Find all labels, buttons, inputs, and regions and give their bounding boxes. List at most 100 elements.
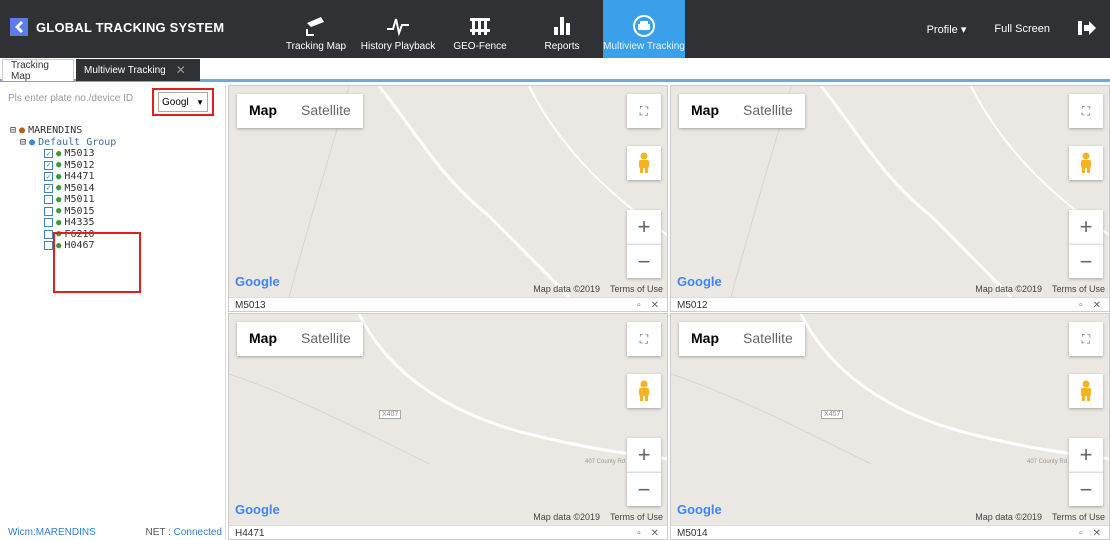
google-logo: Google	[235, 502, 280, 517]
map-type-toggle: Map Satellite	[679, 322, 805, 356]
minus-icon: −	[1079, 248, 1093, 274]
terms-link[interactable]: Terms of Use	[610, 512, 663, 522]
nav-tracking-map[interactable]: Tracking Map	[275, 0, 357, 58]
checkbox[interactable]: ✓	[44, 172, 53, 182]
status-bar: Wicm:MARENDINS NET : Connected	[8, 527, 222, 538]
terms-link[interactable]: Terms of Use	[1052, 284, 1105, 294]
close-icon[interactable]: ✕	[176, 63, 186, 77]
map-button[interactable]: Map	[237, 94, 289, 128]
restore-icon[interactable]: ▫	[1079, 528, 1083, 539]
zoom-in-button[interactable]: +	[1069, 438, 1103, 472]
profile-menu[interactable]: Profile ▾	[913, 23, 981, 36]
fullscreen-button[interactable]: ⛶	[627, 322, 661, 356]
nav-multiview-tracking[interactable]: Multiview Tracking	[603, 0, 685, 58]
vehicle-id: H4471	[64, 171, 95, 183]
google-logo: Google	[677, 274, 722, 289]
vehicle-row[interactable]: ✓ ● M5012	[44, 160, 116, 172]
pane-footer: M5013 ▫ ✕	[229, 297, 667, 311]
checkbox[interactable]	[44, 241, 53, 251]
tree-root[interactable]: ⊟ ● MARENDINS	[10, 125, 116, 137]
pane-footer: M5014 ▫ ✕	[671, 525, 1109, 539]
tree-group[interactable]: ⊟ ● Default Group	[10, 137, 116, 149]
street-view-button[interactable]	[1069, 146, 1103, 180]
zoom-out-button[interactable]: −	[1069, 244, 1103, 278]
checkbox[interactable]	[44, 218, 53, 228]
map-pane[interactable]: Map Satellite ⛶ + − Google Map data ©2019 Terms…	[670, 85, 1110, 312]
logout-button[interactable]	[1064, 20, 1110, 39]
map-button[interactable]: Map	[237, 322, 289, 356]
vehicle-row[interactable]: ● H4335	[44, 217, 116, 229]
map-pane[interactable]: X407 407 County Rd Map Satellite ⛶ + − Google Ma…	[670, 313, 1110, 540]
close-icon[interactable]: ✕	[651, 528, 659, 539]
zoom-in-button[interactable]: +	[627, 438, 661, 472]
map-button[interactable]: Map	[679, 322, 731, 356]
checkbox[interactable]	[44, 229, 53, 239]
checkbox[interactable]: ✓	[44, 183, 53, 193]
tab-multiview-tracking[interactable]: Multiview Tracking ✕	[76, 59, 200, 81]
restore-icon[interactable]: ▫	[637, 528, 641, 539]
close-icon[interactable]: ✕	[1093, 300, 1101, 311]
zoom-in-button[interactable]: +	[627, 210, 661, 244]
nav-geo-fence[interactable]: GEO-Fence	[439, 0, 521, 58]
checkbox[interactable]: ✓	[44, 149, 53, 159]
checkbox[interactable]	[44, 206, 53, 216]
close-icon[interactable]: ✕	[651, 300, 659, 311]
camera-icon	[306, 17, 324, 36]
full-screen-button[interactable]: Full Screen	[980, 23, 1064, 35]
vehicle-row[interactable]: ✓ ● M5014	[44, 183, 116, 195]
vehicle-row[interactable]: ● M5011	[44, 194, 116, 206]
nav-reports[interactable]: Reports	[521, 0, 603, 58]
map-pane[interactable]: Map Satellite ⛶ + − Google Map data ©2019 Terms…	[228, 85, 668, 312]
main-nav: Tracking Map History Playback GEO-Fence …	[275, 0, 685, 58]
street-view-button[interactable]	[627, 146, 661, 180]
restore-icon[interactable]: ▫	[1079, 300, 1083, 311]
nav-history-playback[interactable]: History Playback	[357, 0, 439, 58]
zoom-out-button[interactable]: −	[1069, 472, 1103, 506]
fullscreen-button[interactable]: ⛶	[1069, 94, 1103, 128]
satellite-button[interactable]: Satellite	[731, 322, 805, 356]
plus-icon: +	[1079, 442, 1093, 467]
collapse-icon[interactable]: ⊟	[10, 125, 16, 136]
collapse-icon[interactable]: ⊟	[20, 137, 26, 148]
pegman-icon	[639, 380, 649, 401]
status-user: Wicm:MARENDINS	[8, 527, 96, 538]
pane-footer: H4471 ▫ ✕	[229, 525, 667, 539]
user-link[interactable]: Wicm:MARENDINS	[8, 527, 96, 538]
zoom-out-button[interactable]: −	[627, 472, 661, 506]
zoom-out-button[interactable]: −	[627, 244, 661, 278]
map-pane[interactable]: X407 407 County Rd Map Satellite ⛶ + − Google Ma…	[228, 313, 668, 540]
fullscreen-button[interactable]: ⛶	[627, 94, 661, 128]
zoom-in-button[interactable]: +	[1069, 210, 1103, 244]
map-button[interactable]: Map	[679, 94, 731, 128]
nav-label: History Playback	[360, 41, 436, 52]
tab-tracking-map[interactable]: Tracking Map	[2, 59, 74, 82]
app-title: GLOBAL TRACKING SYSTEM	[36, 19, 225, 35]
vehicle-icon: ●	[56, 148, 62, 159]
vehicle-icon: ●	[56, 206, 62, 217]
satellite-button[interactable]: Satellite	[289, 322, 363, 356]
satellite-button[interactable]: Satellite	[289, 94, 363, 128]
satellite-button[interactable]: Satellite	[731, 94, 805, 128]
vehicle-row[interactable]: ✓ ● M5013	[44, 148, 116, 160]
close-icon[interactable]: ✕	[1093, 528, 1101, 539]
search-input[interactable]: Pls enter plate no./device ID	[8, 93, 150, 104]
app-logo[interactable]: GLOBAL TRACKING SYSTEM	[10, 18, 224, 36]
group-icon: ●	[29, 136, 36, 148]
net-value: Connected	[173, 527, 222, 538]
vehicle-row[interactable]: ● M5015	[44, 206, 116, 218]
checkbox[interactable]: ✓	[44, 160, 53, 170]
vehicle-icon: ●	[56, 194, 62, 205]
checkbox[interactable]	[44, 195, 53, 205]
restore-icon[interactable]: ▫	[637, 300, 641, 311]
map-provider-select[interactable]: Googl ▼	[152, 88, 214, 116]
vehicle-row[interactable]: ✓ ● H4471	[44, 171, 116, 183]
terms-link[interactable]: Terms of Use	[1052, 512, 1105, 522]
fullscreen-button[interactable]: ⛶	[1069, 322, 1103, 356]
street-view-button[interactable]	[627, 374, 661, 408]
top-navigation-bar: GLOBAL TRACKING SYSTEM Tracking Map Hist…	[0, 0, 1110, 58]
vehicle-icon: ●	[56, 183, 62, 194]
vehicle-id: M5015	[64, 205, 95, 217]
street-view-button[interactable]	[1069, 374, 1103, 408]
map-type-toggle: Map Satellite	[679, 94, 805, 128]
terms-link[interactable]: Terms of Use	[610, 284, 663, 294]
